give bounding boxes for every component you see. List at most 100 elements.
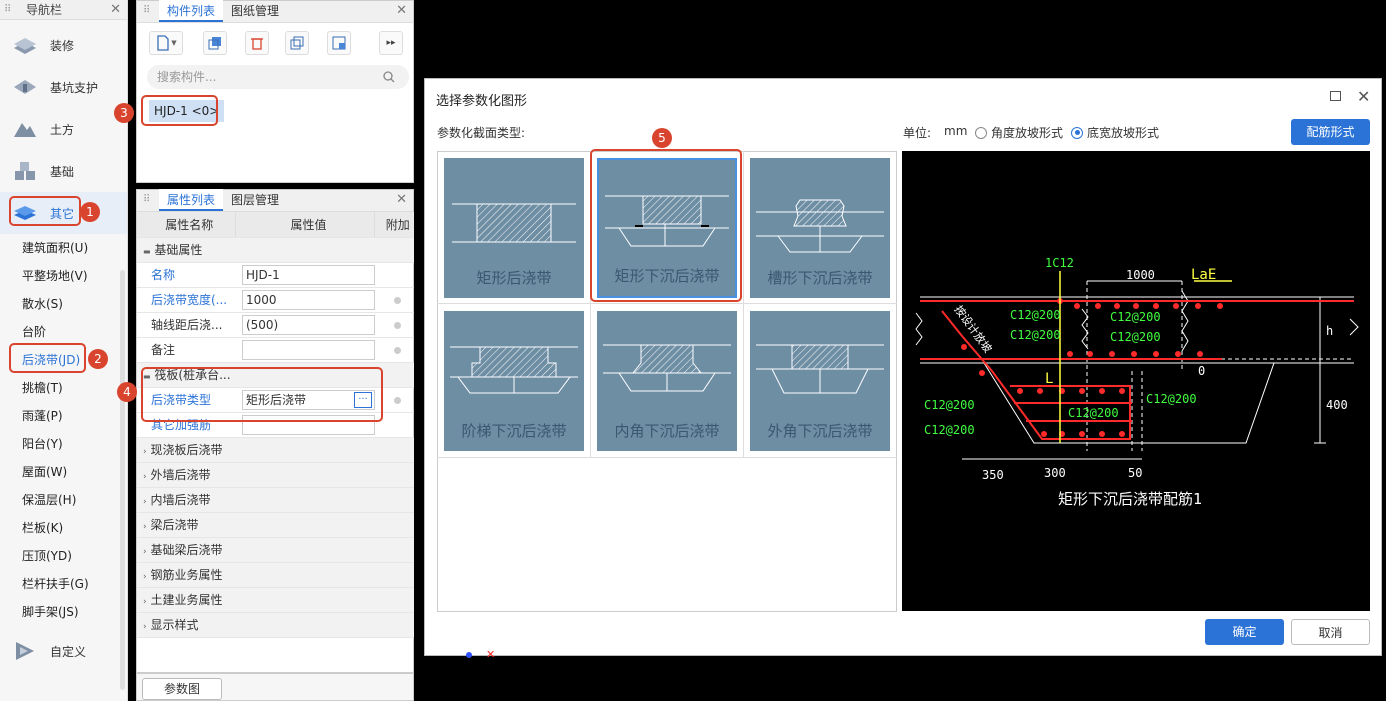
thumb-caption: 矩形后浇带 <box>476 269 552 287</box>
group-row[interactable]: › 梁后浇带 <box>137 512 414 538</box>
group-row[interactable]: › 钢筋业务属性 <box>137 562 414 588</box>
duplicate-button[interactable] <box>285 31 309 55</box>
shape-thumb-rect[interactable]: 矩形后浇带 <box>444 158 584 298</box>
nav-sub-item[interactable]: 挑檐(T) <box>0 374 127 402</box>
ok-button[interactable]: 确定 <box>1205 619 1284 645</box>
property-tabs: ⠿ 属性列表 图层管理 ✕ <box>137 189 413 212</box>
group-row[interactable]: › 土建业务属性 <box>137 587 414 613</box>
group-label: 内墙后浇带 <box>150 493 211 507</box>
close-icon[interactable]: ✕ <box>396 3 407 18</box>
group-row[interactable]: › 现浇板后浇带 <box>137 437 414 463</box>
shape-thumb-groove[interactable]: 槽形下沉后浇带 <box>750 158 890 298</box>
group-row[interactable]: ▬ 基础属性 <box>137 237 414 263</box>
nav-item-pit-support[interactable]: 基坑支护 <box>0 66 127 108</box>
property-table: 属性名称 属性值 附加 ▬ 基础属性 名称 HJD-1 后浇带宽度(... 1000… <box>137 212 414 638</box>
thumb-caption: 内角下沉后浇带 <box>614 422 720 440</box>
nav-item-earthwork[interactable]: 土方 <box>0 108 127 150</box>
grid-divider <box>437 303 897 304</box>
more-button[interactable]: ▸▸ <box>379 31 403 55</box>
nav-item-decoration[interactable]: 装修 <box>0 24 127 66</box>
close-icon[interactable]: ✕ <box>1357 87 1370 106</box>
nav-scrollbar[interactable] <box>120 270 125 690</box>
group-label: 显示样式 <box>150 618 199 632</box>
nav-sub-list: 建筑面积(U) 平整场地(V) 散水(S) 台阶 后浇带(JD) 挑檐(T) 雨… <box>0 234 127 626</box>
new-file-icon <box>157 35 169 51</box>
group-label: 梁后浇带 <box>150 518 199 532</box>
prop-value[interactable]: (500) <box>241 314 375 335</box>
highlight-box <box>141 367 383 422</box>
cad-label: 0 <box>1198 364 1205 378</box>
nav-sub-item[interactable]: 保温层(H) <box>0 486 127 514</box>
highlight-box <box>9 196 81 226</box>
nav-sub-item[interactable]: 平整场地(V) <box>0 262 127 290</box>
copy-button[interactable] <box>203 31 227 55</box>
marker-1: 1 <box>80 202 100 222</box>
cad-title: 矩形下沉后浇带配筋1 <box>1058 490 1202 508</box>
cad-label: C12@200 <box>924 423 975 437</box>
marker-4: 4 <box>117 382 137 402</box>
cad-label: C12@200 <box>1146 392 1197 406</box>
param-diagram-button[interactable]: 参数图 <box>142 678 222 700</box>
cad-label: C12@200 <box>924 398 975 412</box>
group-row[interactable]: › 外墙后浇带 <box>137 462 414 488</box>
maximize-icon[interactable] <box>1330 91 1341 101</box>
close-icon[interactable]: ✕ <box>110 2 121 17</box>
attach-checkbox[interactable] <box>393 321 401 329</box>
group-row[interactable]: › 内墙后浇带 <box>137 487 414 513</box>
nav-sub-item[interactable]: 雨蓬(P) <box>0 402 127 430</box>
attach-checkbox[interactable] <box>393 346 401 354</box>
nav-sub-item[interactable]: 脚手架(JS) <box>0 598 127 626</box>
axis-x-icon: ✕ <box>486 648 496 661</box>
nav-item-custom[interactable]: 自定义 <box>0 630 127 672</box>
nav-header: ⠿ 导航栏 ✕ <box>0 0 127 20</box>
table-row: 名称 HJD-1 <box>137 262 414 288</box>
nav-sub-item[interactable]: 台阶 <box>0 318 127 346</box>
column-header: 属性名称 <box>137 212 237 238</box>
group-row[interactable]: › 基础梁后浇带 <box>137 537 414 563</box>
nav-sub-item[interactable]: 散水(S) <box>0 290 127 318</box>
radio-button[interactable] <box>975 126 987 139</box>
shape-thumb-outer-corner[interactable]: 外角下沉后浇带 <box>750 311 890 451</box>
radio-bottom-width-slope[interactable]: 底宽放坡形式 <box>1071 124 1159 141</box>
group-label: 现浇板后浇带 <box>150 443 223 457</box>
radio-angle-slope[interactable]: 角度放坡形式 <box>975 124 1063 141</box>
drag-grip-icon[interactable]: ⠿ <box>143 5 153 16</box>
nav-sub-item[interactable]: 建筑面积(U) <box>0 234 127 262</box>
tab-layer-manager[interactable]: 图层管理 <box>223 189 287 211</box>
property-list-panel: ⠿ 属性列表 图层管理 ✕ 属性名称 属性值 附加 ▬ 基础属性 名称 HJD-1… <box>136 189 414 673</box>
attach-checkbox[interactable] <box>393 396 401 404</box>
cancel-button[interactable]: 取消 <box>1291 619 1370 645</box>
prop-value[interactable]: 1000 <box>241 289 375 310</box>
nav-sub-item[interactable]: 屋面(W) <box>0 458 127 486</box>
tab-property-list[interactable]: 属性列表 <box>159 189 224 211</box>
prop-value[interactable]: HJD-1 <box>241 264 375 285</box>
component-list-panel: ⠿ 构件列表 图纸管理 ✕ ▼ ▸▸ 搜索构件... HJD-1 <0> <box>136 0 414 183</box>
prop-value[interactable] <box>241 339 375 360</box>
nav-sub-item[interactable]: 压顶(YD) <box>0 542 127 570</box>
nav-item-foundation[interactable]: 基础 <box>0 150 127 192</box>
nav-sub-item[interactable]: 栏板(K) <box>0 514 127 542</box>
group-label: 土建业务属性 <box>150 593 223 607</box>
nav-sub-item[interactable]: 阳台(Y) <box>0 430 127 458</box>
radio-button-checked[interactable] <box>1071 126 1083 139</box>
table-row: 轴线距后浇... (500) <box>137 312 414 338</box>
shape-thumb-inner-corner[interactable]: 内角下沉后浇带 <box>597 311 737 451</box>
group-row[interactable]: › 显示样式 <box>137 612 414 638</box>
group-label: 基础属性 <box>154 243 203 257</box>
unit-value: mm <box>944 124 968 138</box>
drawing-icon <box>332 36 346 50</box>
nav-label: 基坑支护 <box>50 80 99 95</box>
close-icon[interactable]: ✕ <box>396 192 407 207</box>
search-input[interactable]: 搜索构件... <box>147 65 409 89</box>
attach-checkbox[interactable] <box>393 296 401 304</box>
delete-button[interactable] <box>245 31 269 55</box>
new-component-button[interactable]: ▼ <box>149 31 183 55</box>
tab-component-list[interactable]: 构件列表 <box>159 0 224 22</box>
rebar-form-button[interactable]: 配筋形式 <box>1291 119 1370 145</box>
tab-drawing-manager[interactable]: 图纸管理 <box>223 0 287 22</box>
nav-sub-item[interactable]: 栏杆扶手(G) <box>0 570 127 598</box>
select-drawing-button[interactable] <box>327 31 351 55</box>
shape-thumb-stepped[interactable]: 阶梯下沉后浇带 <box>444 311 584 451</box>
drag-grip-icon[interactable]: ⠿ <box>4 4 14 15</box>
drag-grip-icon[interactable]: ⠿ <box>143 194 153 205</box>
